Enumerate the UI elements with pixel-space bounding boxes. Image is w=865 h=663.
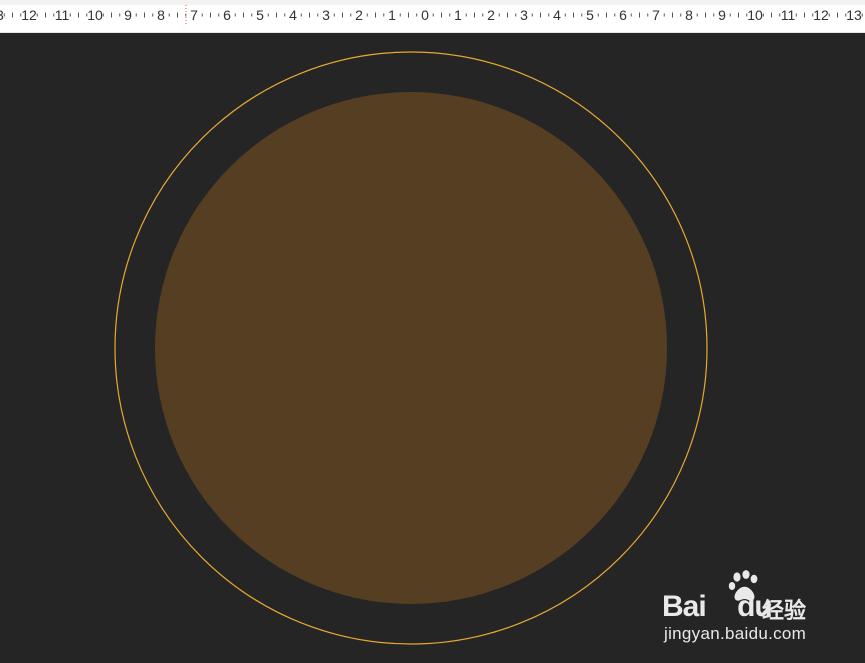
- ruler-label: 8: [685, 7, 693, 23]
- horizontal-ruler[interactable]: 13121110987654321012345678910111213: [0, 0, 865, 33]
- watermark-brand-bai: Bai: [662, 590, 707, 623]
- ruler-label: 7: [190, 7, 198, 23]
- ruler-label: 6: [223, 7, 231, 23]
- ruler-label: 2: [487, 7, 495, 23]
- ruler-label: 6: [619, 7, 627, 23]
- ruler-label: 8: [157, 7, 165, 23]
- ruler-label: 3: [322, 7, 330, 23]
- baidu-jingyan-watermark: Baixxdu 经验 jingyan.baidu.com: [662, 570, 832, 650]
- ruler-label: 12: [813, 7, 829, 23]
- ruler-label: 10: [747, 7, 763, 23]
- ruler-scale: 13121110987654321012345678910111213: [0, 5, 863, 24]
- ruler-label: 9: [124, 7, 132, 23]
- ruler-label: 10: [87, 7, 103, 23]
- ruler-label: 9: [718, 7, 726, 23]
- watermark-chinese: 经验: [762, 599, 807, 624]
- ruler-label: 5: [256, 7, 264, 23]
- inner-filled-circle[interactable]: [155, 92, 667, 604]
- ruler-label: 5: [586, 7, 594, 23]
- ruler-label: 3: [520, 7, 528, 23]
- ruler-label: 12: [21, 7, 37, 23]
- ruler-label: 1: [388, 7, 396, 23]
- ruler-label: 13: [846, 7, 862, 23]
- watermark-url: jingyan.baidu.com: [664, 624, 807, 643]
- ruler-label: 11: [55, 7, 70, 23]
- presentation-editor: 13121110987654321012345678910111213 Baix…: [0, 0, 865, 663]
- baidu-paw-icon: [728, 570, 758, 601]
- slide-canvas[interactable]: [0, 33, 865, 663]
- ruler-label: 0: [421, 7, 429, 23]
- ruler-label: 1: [454, 7, 462, 23]
- ruler-label: 7: [652, 7, 660, 23]
- ruler-label: 2: [355, 7, 363, 23]
- ruler-label: 13: [0, 7, 4, 23]
- ruler-label: 4: [289, 7, 297, 23]
- ruler-label: 11: [781, 7, 796, 23]
- slide-svg: [114, 51, 708, 645]
- ruler-label: 4: [553, 7, 561, 23]
